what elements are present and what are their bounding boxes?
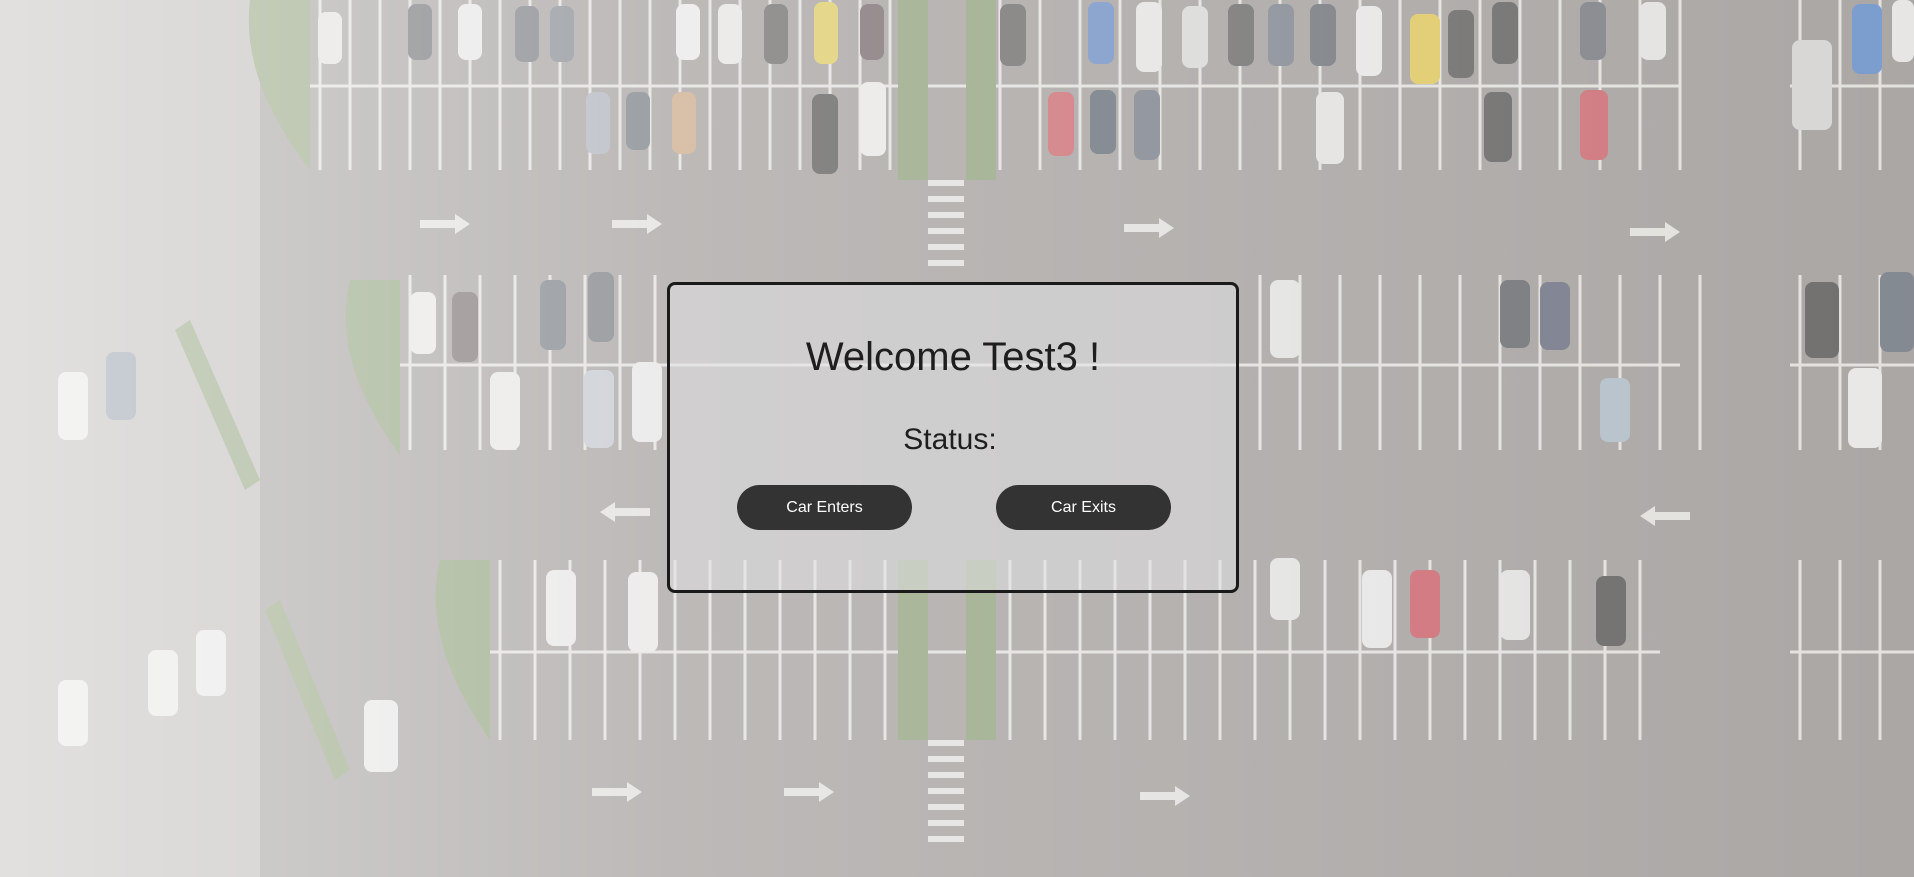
car-enters-button[interactable]: Car Enters [737, 485, 912, 530]
status-label: Status: [903, 423, 997, 456]
status-line: Status: [670, 423, 1236, 457]
welcome-card: Welcome Test3 ! Status: Car Enters Car E… [667, 282, 1239, 593]
welcome-title: Welcome Test3 ! [805, 335, 1101, 379]
car-exits-button[interactable]: Car Exits [996, 485, 1171, 530]
